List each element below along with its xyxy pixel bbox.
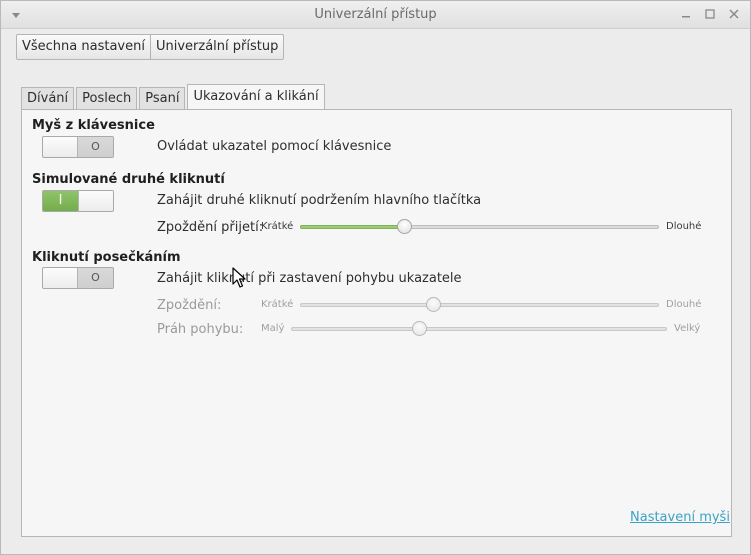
simulated-click-heading: Simulované druhé kliknutí [32,172,225,187]
slider-thumb[interactable] [397,219,413,234]
dwell-click-heading: Kliknutí posečkáním [32,250,181,265]
acceptance-delay-label: Zpoždění přijetí: [157,220,264,235]
dwell-click-switch[interactable]: O [42,267,114,289]
motion-threshold-min-label: Malý [261,323,285,334]
simulated-click-description: Zahájit druhé kliknutí podržením hlavníh… [157,193,482,208]
switch-off-glyph: O [91,140,100,153]
mouse-keys-heading: Myš z klávesnice [32,118,155,133]
motion-threshold-slider[interactable] [291,321,667,337]
mouse-pointer-icon [232,267,246,288]
dwell-delay-min-label: Krátké [261,299,294,310]
slider-track [291,327,667,331]
slider-thumb[interactable] [425,297,441,312]
universal-access-button[interactable]: Univerzální přístup [150,34,285,60]
switch-off-side: O [78,268,113,288]
dwell-delay-max-label: Dlouhé [666,299,702,310]
switch-off-glyph: O [91,271,100,284]
mouse-keys-description: Ovládat ukazatel pomocí klávesnice [157,139,392,154]
acceptance-delay-slider[interactable] [300,219,659,235]
close-icon[interactable] [727,7,741,21]
minimize-icon[interactable] [679,7,693,21]
pointing-and-clicking-panel: Myš z klávesnice O Ovládat ukazatel pomo… [21,109,732,537]
tab-seeing[interactable]: Dívání [21,87,75,109]
slider-fill [300,225,405,229]
simulated-click-switch[interactable]: I [42,190,114,212]
tab-hearing[interactable]: Poslech [76,87,138,109]
slider-thumb[interactable] [411,321,427,336]
acceptance-delay-min-label: Krátké [261,221,294,232]
maximize-icon[interactable] [703,7,717,21]
all-settings-button[interactable]: Všechna nastavení [16,34,151,60]
switch-knob [43,137,79,157]
dwell-delay-slider[interactable] [300,297,659,313]
motion-threshold-max-label: Velký [674,323,701,334]
acceptance-delay-max-label: Dlouhé [666,221,702,232]
switch-on-glyph: I [58,193,63,208]
universal-access-window: Univerzální přístup Všechna nastavení Un… [0,0,751,555]
motion-threshold-label: Práh pohybu: [157,322,244,337]
title-bar: Univerzální přístup [1,1,750,29]
tab-pointing-and-clicking[interactable]: Ukazování a klikání [187,84,325,109]
mouse-keys-switch[interactable]: O [42,136,114,158]
tab-bar: Dívání Poslech Psaní Ukazování a klikání [21,84,327,109]
dwell-delay-label: Zpoždění: [157,298,222,313]
window-title: Univerzální přístup [314,7,437,22]
switch-on-side: I [43,191,78,211]
tab-typing[interactable]: Psaní [139,87,186,109]
dwell-click-description: Zahájit kliknutí při zastavení pohybu uk… [157,271,462,286]
slider-track [300,303,659,307]
switch-knob [77,191,113,211]
switch-knob [43,268,79,288]
mouse-settings-link[interactable]: Nastavení myši [630,510,730,525]
switch-off-side: O [78,137,113,157]
breadcrumb: Všechna nastavení Univerzální přístup [16,34,285,60]
